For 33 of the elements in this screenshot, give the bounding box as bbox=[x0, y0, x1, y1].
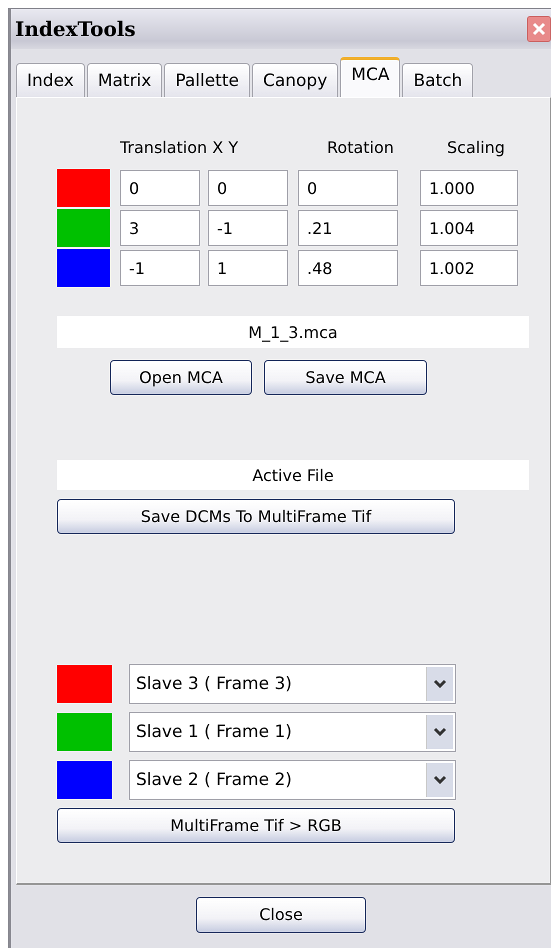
file-name-field: M_1_3.mca bbox=[57, 316, 529, 348]
tab[interactable]: Canopy bbox=[252, 63, 338, 97]
close-icon[interactable] bbox=[527, 16, 551, 42]
input-field[interactable]: 1.002 bbox=[420, 250, 518, 286]
convert-button[interactable]: MultiFrame Tif > RGB bbox=[57, 808, 455, 843]
input-field[interactable]: .48 bbox=[298, 250, 398, 286]
input-field[interactable]: -1 bbox=[120, 250, 200, 286]
input-field[interactable]: 0 bbox=[120, 170, 200, 206]
input-field[interactable]: -1 bbox=[208, 210, 288, 246]
input-field[interactable]: 0 bbox=[208, 170, 288, 206]
input-field[interactable]: 1.004 bbox=[420, 210, 518, 246]
dropdown[interactable]: Slave 3 ( Frame 3) bbox=[129, 664, 456, 704]
column-header: Translation X Y bbox=[120, 138, 240, 156]
dropdown[interactable]: Slave 2 ( Frame 2) bbox=[129, 760, 456, 800]
save-dcm-button[interactable]: Save DCMs To MultiFrame Tif bbox=[57, 499, 455, 534]
input-field[interactable]: 1.000 bbox=[420, 170, 518, 206]
column-header: Scaling bbox=[447, 138, 505, 156]
input-field[interactable]: 3 bbox=[120, 210, 200, 246]
input-field[interactable]: 1 bbox=[208, 250, 288, 286]
dropdown[interactable]: Slave 1 ( Frame 1) bbox=[129, 712, 456, 752]
save-button[interactable]: Save MCA bbox=[264, 360, 427, 395]
active-file-field: Active File bbox=[57, 460, 529, 490]
input-field[interactable]: .21 bbox=[298, 210, 398, 246]
column-header: Rotation bbox=[327, 138, 395, 156]
input-field[interactable]: 0 bbox=[298, 170, 398, 206]
open-button[interactable]: Open MCA bbox=[110, 360, 252, 395]
tab[interactable]: Batch bbox=[402, 63, 474, 97]
close-button[interactable]: Close bbox=[196, 896, 366, 932]
tab[interactable]: Index bbox=[16, 63, 85, 97]
tab[interactable]: MCA bbox=[340, 57, 400, 97]
tab[interactable]: Matrix bbox=[86, 63, 162, 97]
tab[interactable]: Pallette bbox=[164, 63, 250, 97]
window-title: IndexTools bbox=[15, 17, 136, 41]
